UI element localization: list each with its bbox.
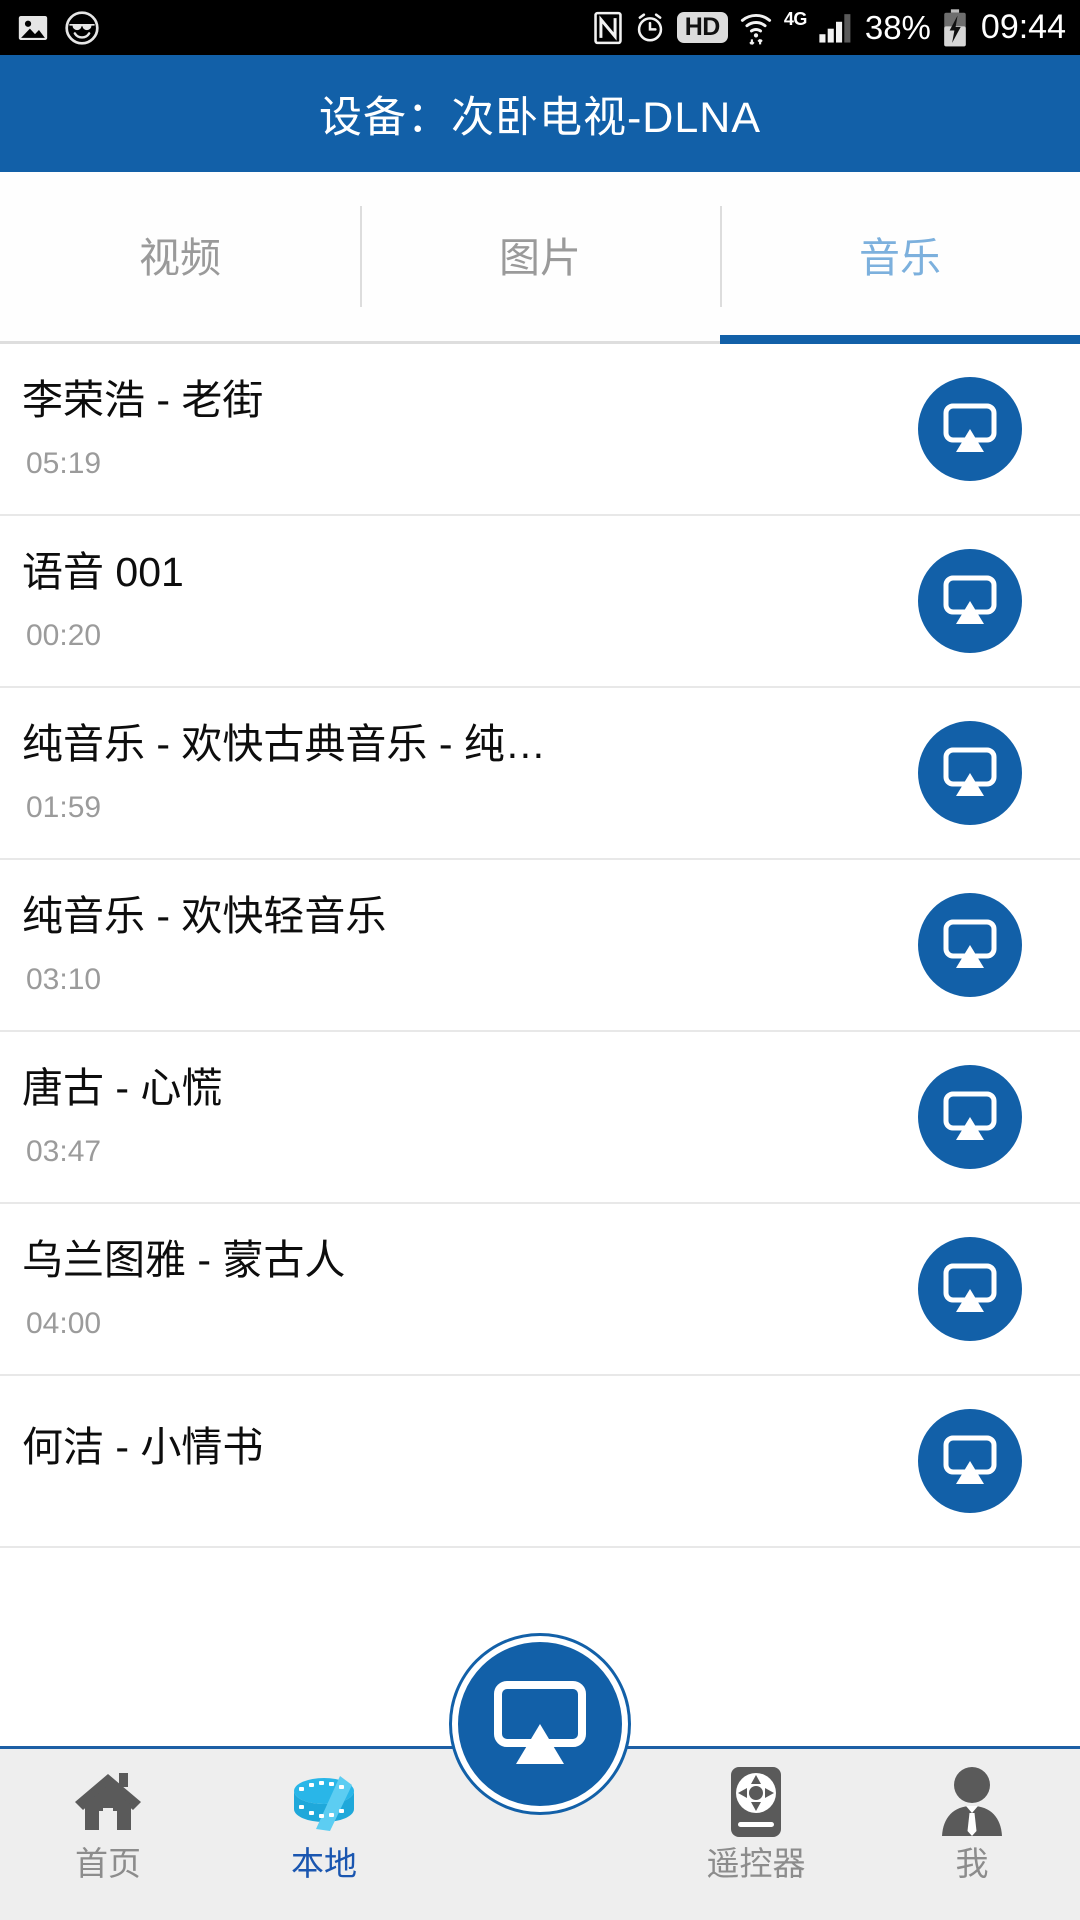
nav-item-home-label: 首页 — [75, 1845, 141, 1882]
battery-charging-icon — [942, 8, 968, 47]
cast-airplay-icon — [939, 574, 1001, 628]
list-item-title: 纯音乐 - 欢快轻音乐 — [22, 895, 387, 939]
list-item-texts: 语音 001 00:20 — [0, 551, 918, 650]
tab-photo[interactable]: 图片 — [360, 172, 720, 341]
cast-button[interactable] — [918, 377, 1022, 481]
cast-button[interactable] — [918, 893, 1022, 997]
cast-button[interactable] — [918, 1409, 1022, 1513]
music-list[interactable]: 李荣浩 - 老街 05:19 语音 001 00:20 纯音乐 - 欢快古典音乐… — [0, 344, 1080, 1746]
cast-button[interactable] — [918, 549, 1022, 653]
list-item-duration: 04:00 — [26, 1306, 102, 1340]
list-item-texts: 唐古 - 心慌 03:47 — [0, 1067, 918, 1166]
nav-item-local[interactable]: 本地 — [216, 1749, 432, 1920]
list-item-texts: 纯音乐 - 欢快轻音乐 03:10 — [0, 895, 918, 994]
list-item-title: 唐古 - 心慌 — [22, 1067, 223, 1111]
list-item-duration: 01:59 — [26, 790, 102, 824]
nfc-icon — [593, 11, 623, 45]
list-item[interactable]: 李荣浩 - 老街 05:19 — [0, 344, 1080, 516]
cast-button[interactable] — [918, 1237, 1022, 1341]
list-item-duration: 03:10 — [26, 962, 102, 996]
list-item-duration: 05:19 — [26, 446, 102, 480]
tab-music[interactable]: 音乐 — [720, 172, 1080, 344]
nav-item-me[interactable]: 我 — [864, 1749, 1080, 1920]
list-item-texts: 李荣浩 - 老街 05:19 — [0, 379, 918, 478]
cast-airplay-icon — [939, 1434, 1001, 1488]
list-item[interactable]: 语音 001 00:20 — [0, 516, 1080, 688]
cast-airplay-icon — [939, 1090, 1001, 1144]
list-item-title: 何洁 - 小情书 — [22, 1426, 264, 1470]
wifi-icon — [739, 9, 773, 47]
tab-video[interactable]: 视频 — [0, 172, 360, 341]
nav-item-remote[interactable]: 遥控器 — [648, 1749, 864, 1920]
status-bar-left — [16, 10, 100, 46]
list-item-texts: 乌兰图雅 - 蒙古人 04:00 — [0, 1239, 918, 1338]
list-item[interactable]: 唐古 - 心慌 03:47 — [0, 1032, 1080, 1204]
list-item-texts: 何洁 - 小情书 — [0, 1426, 918, 1495]
status-bar: HD 4G 38% 09:44 — [0, 0, 1080, 55]
list-item-texts: 纯音乐 - 欢快古典音乐 - 纯… 01:59 — [0, 723, 918, 822]
list-item-duration: 03:47 — [26, 1134, 102, 1168]
list-item-title: 乌兰图雅 - 蒙古人 — [22, 1239, 346, 1283]
app-bar: 设备：次卧电视-DLNA — [0, 55, 1080, 172]
cast-button[interactable] — [918, 1065, 1022, 1169]
user-icon — [939, 1765, 1005, 1839]
tab-music-label: 音乐 — [859, 234, 941, 281]
page-title: 设备：次卧电视-DLNA — [318, 93, 762, 142]
cast-airplay-icon — [939, 1262, 1001, 1316]
list-item-title: 语音 001 — [22, 551, 184, 595]
cast-airplay-icon — [486, 1678, 594, 1770]
signal-bars-icon — [818, 12, 854, 44]
nav-item-me-label: 我 — [955, 1845, 989, 1882]
nav-item-home[interactable]: 首页 — [0, 1749, 216, 1920]
cast-airplay-icon — [939, 746, 1001, 800]
image-icon — [16, 11, 50, 45]
list-item[interactable]: 纯音乐 - 欢快古典音乐 - 纯… 01:59 — [0, 688, 1080, 860]
list-item-title: 纯音乐 - 欢快古典音乐 - 纯… — [22, 723, 546, 767]
film-reel-icon — [286, 1765, 362, 1839]
network-type-label: 4G — [783, 9, 808, 29]
list-item-title: 李荣浩 - 老街 — [22, 379, 264, 423]
nav-item-local-label: 本地 — [291, 1845, 357, 1882]
phone-screen: HD 4G 38% 09:44 设备：次卧电视-DLNA 视频 图片 音乐 李荣… — [0, 0, 1080, 1920]
list-item[interactable]: 乌兰图雅 - 蒙古人 04:00 — [0, 1204, 1080, 1376]
tab-bar: 视频 图片 音乐 — [0, 172, 1080, 344]
list-item[interactable]: 何洁 - 小情书 — [0, 1376, 1080, 1548]
hd-badge: HD — [676, 11, 728, 44]
home-icon — [72, 1765, 144, 1839]
cast-button[interactable] — [918, 721, 1022, 825]
status-bar-clock: 09:44 — [980, 8, 1066, 46]
cast-airplay-icon — [939, 918, 1001, 972]
remote-control-icon — [725, 1765, 787, 1839]
cast-fab-button[interactable] — [452, 1636, 628, 1812]
tab-video-label: 视频 — [139, 234, 221, 281]
sunglasses-smiley-icon — [64, 10, 100, 46]
status-bar-right: HD 4G 38% 09:44 — [593, 8, 1066, 47]
list-item-duration: 00:20 — [26, 618, 102, 652]
list-item[interactable]: 纯音乐 - 欢快轻音乐 03:10 — [0, 860, 1080, 1032]
cast-airplay-icon — [939, 402, 1001, 456]
alarm-icon — [634, 11, 666, 45]
battery-percent-label: 38% — [864, 8, 931, 46]
nav-item-remote-label: 遥控器 — [706, 1845, 806, 1882]
tab-photo-label: 图片 — [499, 234, 581, 281]
